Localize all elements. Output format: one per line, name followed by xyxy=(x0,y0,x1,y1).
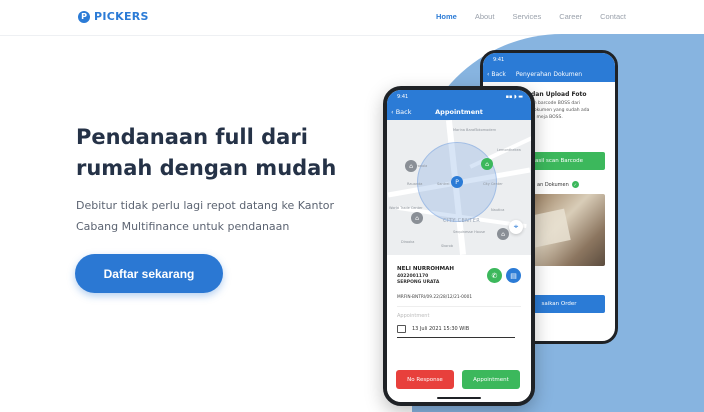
document-label-row: an Dokumen ✓ xyxy=(537,181,579,188)
home-pin-icon[interactable]: ⌂ xyxy=(481,158,493,170)
register-button[interactable]: Daftar sekarang xyxy=(75,254,223,293)
document-label: an Dokumen xyxy=(537,181,569,188)
map-label: City Center xyxy=(483,182,503,186)
chevron-left-icon: ‹ xyxy=(487,71,490,78)
map-city-label: CITY CENTER xyxy=(443,218,481,224)
brand-name: PICKERS xyxy=(94,10,149,23)
no-response-button[interactable]: No Response xyxy=(396,370,454,389)
nav-menu: Home About Services Career Contact xyxy=(418,12,626,21)
user-location-pin-icon[interactable]: P xyxy=(451,176,463,188)
appointment-date-field[interactable]: 13 Juli 2021 15:30 WIB xyxy=(397,325,515,338)
phone-mockup-front: 9:41 ▪▪ ◗ ▬ ‹ Back Appointment Marina Ba… xyxy=(383,86,535,406)
nav-item-career[interactable]: Career xyxy=(559,12,582,21)
status-bar: 9:41 ▪▪ ◗ ▬ xyxy=(387,90,531,104)
map-label: Rauanda xyxy=(407,182,423,186)
map-label: Lemonthekea xyxy=(497,148,521,152)
hero-title: Pendanaan full dari rumah dengan mudah xyxy=(76,125,337,180)
map-label: World Trade Center xyxy=(389,206,423,210)
back-button[interactable]: ‹ Back xyxy=(391,108,411,116)
whatsapp-icon[interactable]: ✆ xyxy=(487,268,502,283)
back-label: Back xyxy=(395,108,412,116)
back-button[interactable]: ‹ Back xyxy=(487,71,506,78)
status-time: 9:41 xyxy=(493,57,505,63)
appointment-field-label: Appointment xyxy=(397,313,430,319)
calendar-icon xyxy=(397,325,406,333)
map-label: Marina Barat xyxy=(453,128,476,132)
section-heading: dan Upload Foto xyxy=(531,91,587,98)
nav-item-about[interactable]: About xyxy=(475,12,495,21)
battery-icon: ▪▪ ◗ ▬ xyxy=(505,94,523,100)
nav-item-contact[interactable]: Contact xyxy=(600,12,626,21)
map-label: Santrel xyxy=(437,182,450,186)
navbar: P PICKERS Home About Services Career Con… xyxy=(0,0,704,36)
brand-logo[interactable]: P PICKERS xyxy=(78,10,149,23)
home-pin-icon[interactable]: ⌂ xyxy=(411,212,423,224)
app-header: ‹ Back Penyerahan Dokumen xyxy=(483,67,615,82)
message-icon[interactable]: ▤ xyxy=(506,268,521,283)
appointment-button[interactable]: Appointment xyxy=(462,370,520,389)
map-label: Tokomodern xyxy=(475,128,497,132)
nav-item-services[interactable]: Services xyxy=(512,12,541,21)
map-label: Nautica xyxy=(491,208,505,212)
status-time: 9:41 xyxy=(397,94,409,100)
map-label: Dirooka xyxy=(401,240,415,244)
chevron-left-icon: ‹ xyxy=(391,108,394,116)
map-label: Skorob xyxy=(441,244,453,248)
hero-subtitle: Debitur tidak perlu lagi repot datang ke… xyxy=(76,199,335,233)
contact-actions: ✆ ▤ xyxy=(487,268,521,283)
reference-number: MRFIN-BNTRI/09.22/28/12/21-0001 xyxy=(397,295,473,300)
nav-item-home[interactable]: Home xyxy=(436,12,457,21)
map-view[interactable]: Marina Barat Tokomodern Lemonthekea Kira… xyxy=(387,120,531,255)
section-text: an barcode BOSS dari dokumen yang sudah … xyxy=(531,101,590,120)
back-label: Back xyxy=(491,71,506,78)
pickers-logo-icon: P xyxy=(78,10,90,23)
home-pin-icon[interactable]: ⌂ xyxy=(497,228,509,240)
appointment-date-value: 13 Juli 2021 15:30 WIB xyxy=(412,326,470,332)
check-icon: ✓ xyxy=(571,181,579,188)
status-bar: 9:41 xyxy=(483,53,615,67)
my-location-button[interactable]: ⌖ xyxy=(509,220,523,234)
screen-title: Penyerahan Dokumen xyxy=(515,71,583,78)
action-buttons: No Response Appointment xyxy=(396,370,520,389)
customer-card: NELI NURROHMAH 4022001170 SERPONG URATA … xyxy=(387,258,531,402)
divider xyxy=(397,306,521,307)
home-indicator xyxy=(437,397,481,399)
home-pin-icon[interactable]: ⌂ xyxy=(405,160,417,172)
map-label: Sequinesse House xyxy=(453,230,486,234)
app-header: ‹ Back Appointment xyxy=(387,104,531,120)
